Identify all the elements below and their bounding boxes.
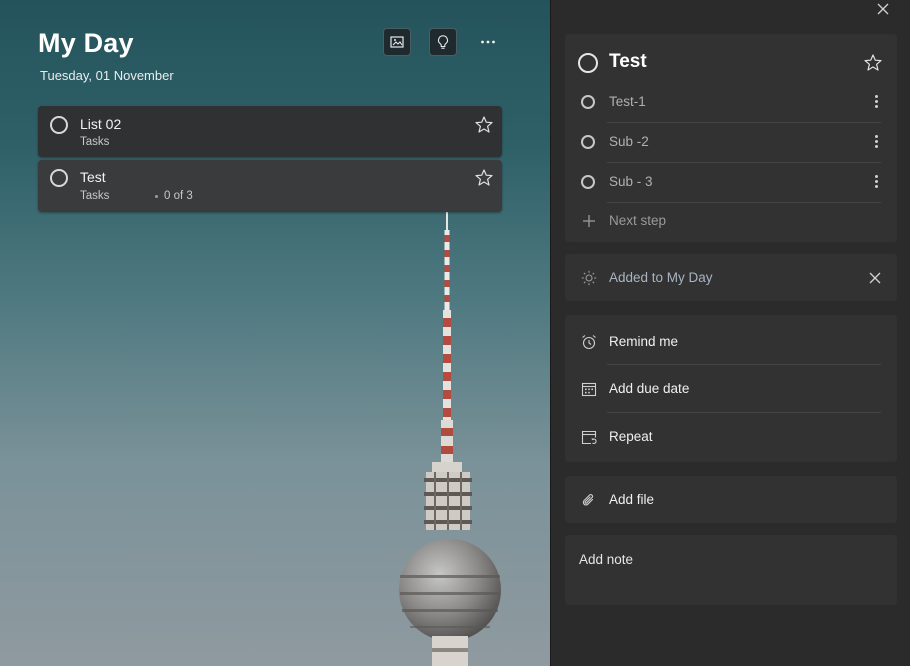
divider [607,412,881,413]
divider [607,364,881,365]
task-name: List 02 [80,116,122,132]
next-step-input[interactable]: Next step [565,201,897,241]
add-file-label: Add file [609,492,655,507]
remove-from-my-day-icon[interactable] [869,272,881,284]
repeat-calendar-icon [581,430,597,445]
complete-task-checkbox[interactable] [50,169,68,187]
my-day-card: Added to My Day [565,254,897,301]
star-icon[interactable] [474,168,494,188]
added-to-my-day-row[interactable]: Added to My Day [565,258,897,298]
more-options-button[interactable] [476,30,500,54]
complete-step-checkbox[interactable] [581,135,595,149]
alarm-clock-icon [582,335,596,350]
step-more-icon[interactable] [873,133,879,151]
add-due-date-label: Add due date [609,381,690,396]
star-icon[interactable] [863,53,883,73]
step-more-icon[interactable] [873,173,879,191]
step-label[interactable]: Sub -2 [609,134,649,149]
change-background-button[interactable] [383,28,411,56]
add-due-date-button[interactable]: Add due date [565,369,897,409]
page-title: My Day [38,28,134,58]
complete-task-checkbox[interactable] [50,116,68,134]
note-card[interactable]: Add note [565,535,897,605]
step-item[interactable]: Sub - 3 [565,162,897,202]
more-dots-icon [481,40,495,44]
task-steps-card: Test Test-1 Sub -2 Sub - 3 Next step [565,34,897,242]
background-tv-tower-image [399,210,501,666]
complete-step-checkbox[interactable] [581,175,595,189]
complete-step-checkbox[interactable] [581,95,595,109]
add-file-button[interactable]: Add file [565,480,897,520]
star-icon[interactable] [474,115,494,135]
step-item[interactable]: Test-1 [565,82,897,122]
task-list-name: Tasks [80,190,110,202]
remind-me-button[interactable]: Remind me [565,322,897,362]
sun-icon [581,270,597,286]
step-label[interactable]: Test-1 [609,94,646,109]
lightbulb-icon [438,35,448,49]
suggestions-button[interactable] [429,28,457,56]
paperclip-icon [582,494,594,506]
task-title[interactable]: Test [609,51,647,73]
separator-dot [155,195,158,198]
task-step-count: 0 of 3 [164,190,193,202]
my-day-panel: My Day Tuesday, 01 November List 02 Task… [0,0,550,666]
task-name: Test [80,169,106,185]
complete-task-checkbox[interactable] [578,53,598,73]
add-note-field[interactable]: Add note [579,552,633,567]
repeat-button[interactable]: Repeat [565,417,897,457]
task-detail-panel: Test Test-1 Sub -2 Sub - 3 Next step Add… [550,0,910,666]
step-label[interactable]: Sub - 3 [609,174,653,189]
repeat-label: Repeat [609,429,653,444]
attachments-card: Add file [565,476,897,523]
task-list-name: Tasks [80,136,110,148]
schedule-card: Remind me Add due date Repeat [565,315,897,462]
calendar-icon [581,382,597,397]
next-step-placeholder: Next step [609,213,667,228]
remind-me-label: Remind me [609,334,679,349]
background-image-icon [390,36,404,48]
step-item[interactable]: Sub -2 [565,122,897,162]
added-to-my-day-label: Added to My Day [609,270,713,285]
page-date: Tuesday, 01 November [40,68,174,83]
step-more-icon[interactable] [873,93,879,111]
task-item-test[interactable]: Test Tasks 0 of 3 [38,160,502,212]
plus-icon [583,215,595,227]
task-item-list-02[interactable]: List 02 Tasks [38,106,502,157]
close-detail-icon[interactable] [876,2,890,16]
